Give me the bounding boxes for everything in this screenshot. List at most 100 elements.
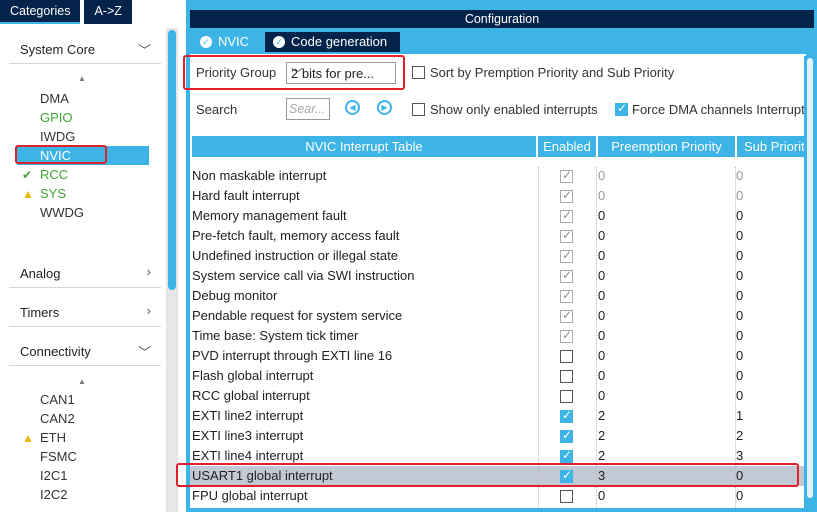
sub-priority-cell[interactable]: 0 [736,386,743,406]
search-next-button[interactable]: ▶ [377,100,392,115]
table-row[interactable]: Hard fault interrupt 0 0 [190,186,804,206]
table-row[interactable]: Pre-fetch fault, memory access fault 0 0 [190,226,804,246]
table-row[interactable]: RCC global interrupt 0 0 [190,386,804,406]
sidebar-item-fsmc[interactable]: FSMC [40,448,77,467]
sub-priority-cell[interactable]: 0 [736,366,743,386]
search-label: Search [196,102,238,117]
header-preemption-priority[interactable]: Preemption Priority [598,136,735,157]
table-row[interactable]: PVD interrupt through EXTI line 16 0 0 [190,346,804,366]
sub-priority-cell[interactable]: 0 [736,166,743,186]
table-row[interactable]: Memory management fault 0 0 [190,206,804,226]
sidebar-item-gpio[interactable]: GPIO [40,109,73,128]
enabled-checkbox[interactable] [560,448,573,463]
table-row[interactable]: Undefined instruction or illegal state 0 0 [190,246,804,266]
sidebar-item-i2c2[interactable]: I2C2 [40,486,67,505]
sidebar-item-dma[interactable]: DMA [40,90,69,109]
scrollbar-thumb[interactable] [807,58,813,498]
chevron-right-icon: › [146,303,151,318]
table-row[interactable]: FPU global interrupt 0 0 [190,486,804,506]
preemption-priority-cell[interactable]: 0 [598,266,605,286]
horizontal-scrollbar[interactable] [190,508,804,512]
group-analog[interactable]: Analog › [9,260,161,288]
sub-priority-cell[interactable]: 0 [736,206,743,226]
show-enabled-label: Show only enabled interrupts [430,102,598,117]
enabled-checkbox[interactable] [560,428,573,443]
enabled-checkbox [560,168,573,183]
preemption-priority-cell[interactable]: 0 [598,386,605,406]
group-connectivity[interactable]: Connectivity ﹀ [9,338,161,366]
sub-priority-cell[interactable]: 0 [736,226,743,246]
header-interrupt-table[interactable]: NVIC Interrupt Table [192,136,536,157]
preemption-priority-cell[interactable]: 0 [598,366,605,386]
preemption-priority-cell[interactable]: 0 [598,166,605,186]
sub-priority-cell[interactable]: 0 [736,306,743,326]
sub-priority-cell[interactable]: 0 [736,286,743,306]
preemption-priority-cell[interactable]: 0 [598,306,605,326]
preemption-priority-cell[interactable]: 0 [598,346,605,366]
sort-priority-label: Sort by Premption Priority and Sub Prior… [430,65,675,80]
group-system-core[interactable]: System Core ﹀ [9,36,161,64]
sub-priority-cell[interactable]: 2 [736,426,743,446]
table-row[interactable]: Debug monitor 0 0 [190,286,804,306]
table-row[interactable]: Pendable request for system service 0 0 [190,306,804,326]
enabled-checkbox[interactable] [560,390,573,403]
table-row[interactable]: EXTI line2 interrupt 2 1 [190,406,804,426]
preemption-priority-cell[interactable]: 0 [598,206,605,226]
header-enabled[interactable]: Enabled [538,136,596,157]
tab-code-generation[interactable]: ✓ Code generation [265,32,400,52]
sub-priority-cell[interactable]: 0 [736,186,743,206]
sub-priority-cell[interactable]: 0 [736,486,743,506]
preemption-priority-cell[interactable]: 0 [598,286,605,306]
sidebar-item-i2c1[interactable]: I2C1 [40,467,67,486]
interrupt-name: FPU global interrupt [192,488,308,503]
sub-priority-cell[interactable]: 0 [736,266,743,286]
sidebar-item-rcc[interactable]: RCC [40,166,68,185]
preemption-priority-cell[interactable]: 0 [598,246,605,266]
sidebar-item-can1[interactable]: CAN1 [40,391,75,410]
sub-priority-cell[interactable]: 0 [736,346,743,366]
sort-arrow-icon[interactable]: ▲ [78,377,86,386]
sort-priority-checkbox[interactable] [412,66,425,79]
sidebar-item-sys[interactable]: SYS [40,185,66,204]
tab-nvic[interactable]: ✓ NVIC [192,32,261,52]
preemption-priority-cell[interactable]: 0 [598,226,605,246]
sidebar-item-eth[interactable]: ETH [40,429,66,448]
preemption-priority-cell[interactable]: 0 [598,486,605,506]
scrollbar-thumb[interactable] [168,30,176,290]
enabled-checkbox[interactable] [560,350,573,363]
tab-a-to-z[interactable]: A->Z [84,0,132,24]
force-dma-checkbox[interactable] [615,101,628,116]
preemption-priority-cell[interactable]: 0 [598,326,605,346]
table-scrollbar[interactable] [804,56,817,512]
table-row[interactable]: Time base: System tick timer 0 0 [190,326,804,346]
table-row[interactable]: EXTI line3 interrupt 2 2 [190,426,804,446]
preemption-priority-cell[interactable]: 2 [598,406,605,426]
sub-priority-cell[interactable]: 1 [736,406,743,426]
table-row[interactable]: System service call via SWI instruction 0… [190,266,804,286]
enabled-checkbox[interactable] [560,490,573,503]
left-scrollbar[interactable] [166,28,178,512]
interrupt-name: EXTI line2 interrupt [192,408,304,423]
search-previous-button[interactable]: ◀ [345,100,360,115]
interrupt-name: Memory management fault [192,208,347,223]
tab-categories[interactable]: Categories [0,0,81,24]
sort-arrow-icon[interactable]: ▲ [78,74,86,83]
show-enabled-checkbox[interactable] [412,103,425,116]
preemption-priority-cell[interactable]: 0 [598,186,605,206]
usart1-highlight-box [176,463,799,487]
sidebar-item-wwdg[interactable]: WWDG [40,204,84,223]
group-timers[interactable]: Timers › [9,299,161,327]
table-row[interactable]: Flash global interrupt 0 0 [190,366,804,386]
header-sub-priority[interactable]: Sub Priorit [737,136,804,157]
enabled-checkbox[interactable] [560,370,573,383]
column-divider [596,167,597,512]
preemption-priority-cell[interactable]: 2 [598,426,605,446]
sidebar-item-can2[interactable]: CAN2 [40,410,75,429]
search-input[interactable] [287,99,327,119]
sub-priority-cell[interactable]: 0 [736,326,743,346]
sub-priority-cell[interactable]: 0 [736,246,743,266]
enabled-checkbox[interactable] [560,408,573,423]
table-row[interactable]: Non maskable interrupt 0 0 [190,166,804,186]
interrupt-name: EXTI line3 interrupt [192,428,304,443]
search-field[interactable] [286,98,330,120]
